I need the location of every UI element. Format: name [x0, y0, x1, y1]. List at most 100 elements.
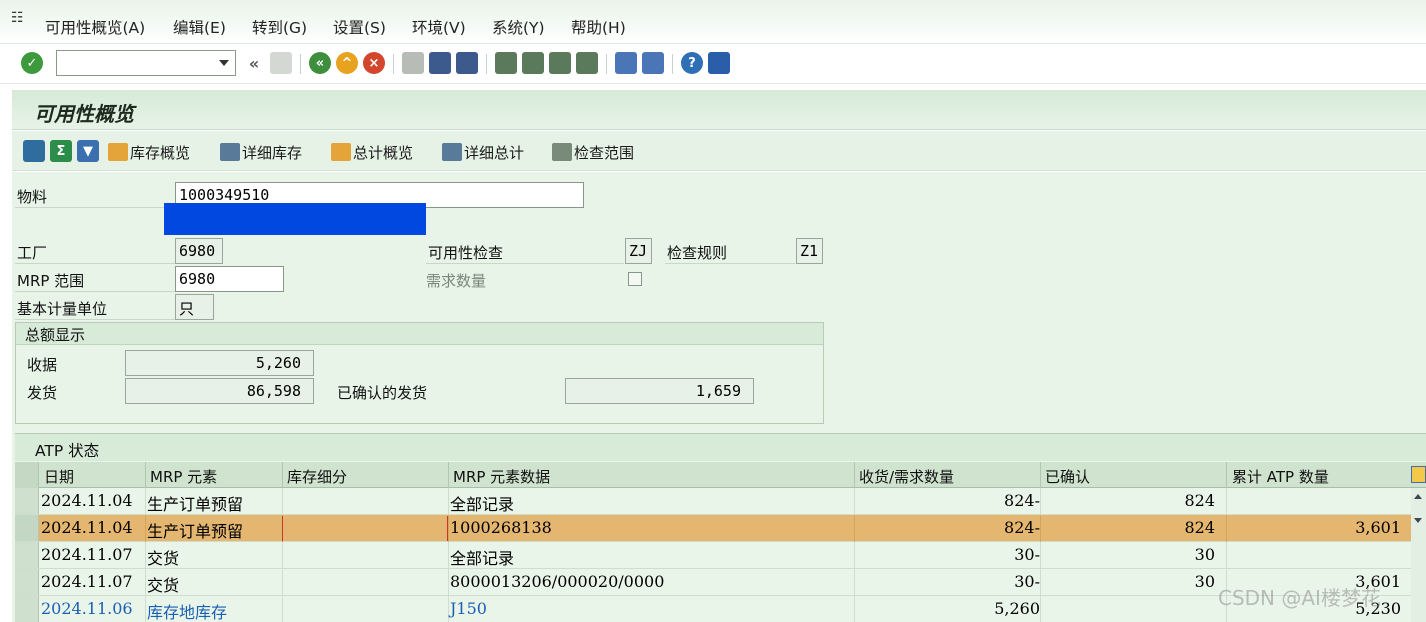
toolbar-separator — [393, 54, 394, 74]
atp-status-header: ATP 状态 — [15, 433, 1426, 461]
cell-divider — [282, 596, 283, 622]
sigma-icon[interactable]: Σ — [50, 140, 72, 162]
table-row[interactable]: 2024.11.07 交货 全部记录 30- 30 — [15, 542, 1411, 569]
table-scrollbar[interactable] — [1411, 488, 1426, 622]
plant-field: 6980 — [175, 238, 223, 264]
cell-cumulative-atp: 3,601 — [1355, 518, 1401, 537]
collapse-icon[interactable]: « — [243, 52, 265, 74]
help-icon[interactable]: ? — [681, 52, 703, 74]
stock-overview-label: 库存概览 — [130, 143, 191, 162]
total-overview-button[interactable]: 总计概览 — [331, 141, 413, 163]
detailed-stock-button[interactable]: 详细库存 — [220, 141, 302, 163]
back-icon[interactable]: « — [309, 52, 331, 74]
page-title: 可用性概览 — [34, 102, 134, 126]
menu-help[interactable]: 帮助(H) — [571, 16, 626, 38]
availability-check-label: 可用性检查 — [428, 244, 504, 262]
row-selector[interactable] — [15, 488, 39, 514]
menu-bar: ☷ 可用性概览(A) 编辑(E) 转到(G) 设置(S) 环境(V) 系统(Y)… — [0, 0, 1426, 44]
check-rule-label: 检查规则 — [667, 244, 728, 262]
table-row[interactable]: 2024.11.06 库存地库存 J150 5,260 5,230 — [15, 596, 1411, 622]
cell-divider — [1040, 596, 1041, 622]
cell-divider — [1226, 488, 1227, 515]
last-page-icon[interactable] — [576, 52, 598, 74]
column-date[interactable]: 日期 — [44, 466, 74, 487]
cell-qty: 824- — [1004, 491, 1040, 510]
first-page-icon[interactable] — [495, 52, 517, 74]
cancel-icon[interactable]: × — [363, 52, 385, 74]
column-stock-segment[interactable]: 库存细分 — [287, 466, 347, 487]
availability-check-field: ZJ — [625, 238, 652, 264]
focus-cell-marker[interactable] — [282, 516, 448, 541]
cell-date[interactable]: 2024.11.06 — [41, 599, 133, 618]
cell-divider — [145, 488, 146, 515]
toolbar-separator — [672, 54, 673, 74]
check-scope-button[interactable]: 检查范围 — [552, 141, 634, 163]
row-selector[interactable] — [15, 596, 39, 622]
menu-settings[interactable]: 设置(S) — [333, 16, 386, 38]
menu-edit[interactable]: 编辑(E) — [173, 16, 226, 38]
exit-icon[interactable]: ^ — [336, 52, 358, 74]
cell-date: 2024.11.07 — [41, 572, 133, 591]
cell-divider — [1226, 515, 1227, 542]
column-separator — [1226, 462, 1227, 488]
atp-grid-header: 日期 MRP 元素 库存细分 MRP 元素数据 收货/需求数量 已确认 累计 A… — [15, 462, 1426, 488]
select-all-cell[interactable] — [15, 462, 39, 488]
row-selector[interactable] — [15, 569, 39, 595]
new-session-icon[interactable] — [615, 52, 637, 74]
cell-date: 2024.11.04 — [41, 518, 133, 537]
menu-goto[interactable]: 转到(G) — [252, 16, 307, 38]
refresh-icon[interactable] — [23, 140, 45, 162]
cell-divider — [282, 488, 283, 515]
cell-date: 2024.11.04 — [41, 491, 133, 510]
cell-mrp-element[interactable]: 库存地库存 — [147, 599, 227, 622]
column-receipt-requirement-qty[interactable]: 收货/需求数量 — [859, 466, 954, 487]
menu-icon[interactable]: ☷ — [11, 10, 31, 26]
find-icon[interactable] — [429, 52, 451, 74]
label-underline — [15, 291, 175, 292]
table-row[interactable]: 2024.11.04 生产订单预留 全部记录 824- 824 — [15, 488, 1411, 515]
cell-divider — [448, 596, 449, 622]
scroll-down-icon[interactable] — [1414, 518, 1422, 523]
cell-confirmed: 824 — [1184, 491, 1215, 510]
required-qty-checkbox — [628, 272, 642, 286]
find-next-icon[interactable] — [456, 52, 478, 74]
row-selector[interactable] — [15, 515, 39, 541]
total-overview-icon — [331, 143, 351, 161]
table-settings-icon[interactable] — [1411, 466, 1426, 483]
column-mrp-element-data[interactable]: MRP 元素数据 — [453, 466, 550, 487]
command-field[interactable] — [56, 50, 236, 76]
next-page-icon[interactable] — [549, 52, 571, 74]
label-underline — [15, 319, 175, 320]
detailed-total-button[interactable]: 详细总计 — [442, 141, 524, 163]
cell-mrp-element-data: 全部记录 — [450, 495, 515, 514]
print-icon[interactable] — [402, 52, 424, 74]
detailed-total-label: 详细总计 — [464, 143, 525, 162]
column-mrp-element[interactable]: MRP 元素 — [150, 466, 217, 487]
mrp-area-field[interactable]: 6980 — [175, 266, 284, 292]
layout-icon[interactable] — [708, 52, 730, 74]
cell-divider — [854, 515, 855, 542]
menu-system[interactable]: 系统(Y) — [492, 16, 545, 38]
cell-date: 2024.11.07 — [41, 545, 133, 564]
shortcut-icon[interactable] — [642, 52, 664, 74]
table-row[interactable]: 2024.11.07 交货 8000013206/000020/0000 30-… — [15, 569, 1411, 596]
prev-page-icon[interactable] — [522, 52, 544, 74]
column-separator — [448, 462, 449, 488]
check-icon[interactable]: ✓ — [21, 52, 43, 74]
table-row-selected[interactable]: 2024.11.04 生产订单预留 1000268138 824- 824 3,… — [15, 515, 1411, 542]
stock-overview-icon — [108, 143, 128, 161]
scroll-up-icon[interactable] — [1414, 494, 1422, 499]
column-separator — [145, 462, 146, 488]
menu-availability-overview[interactable]: 可用性概览(A) — [45, 16, 145, 38]
stock-overview-button[interactable]: 库存概览 — [108, 141, 190, 163]
filter-icon[interactable]: ▼ — [77, 140, 99, 162]
total-overview-label: 总计概览 — [353, 143, 414, 162]
mrp-area-label: MRP 范围 — [17, 272, 85, 290]
chevron-down-icon[interactable] — [219, 60, 229, 66]
column-cumulative-atp[interactable]: 累计 ATP 数量 — [1232, 466, 1329, 487]
row-selector[interactable] — [15, 542, 39, 568]
column-confirmed[interactable]: 已确认 — [1045, 466, 1090, 487]
cell-mrp-element-data[interactable]: J150 — [450, 599, 487, 618]
cell-divider — [145, 569, 146, 596]
menu-environment[interactable]: 环境(V) — [412, 16, 466, 38]
